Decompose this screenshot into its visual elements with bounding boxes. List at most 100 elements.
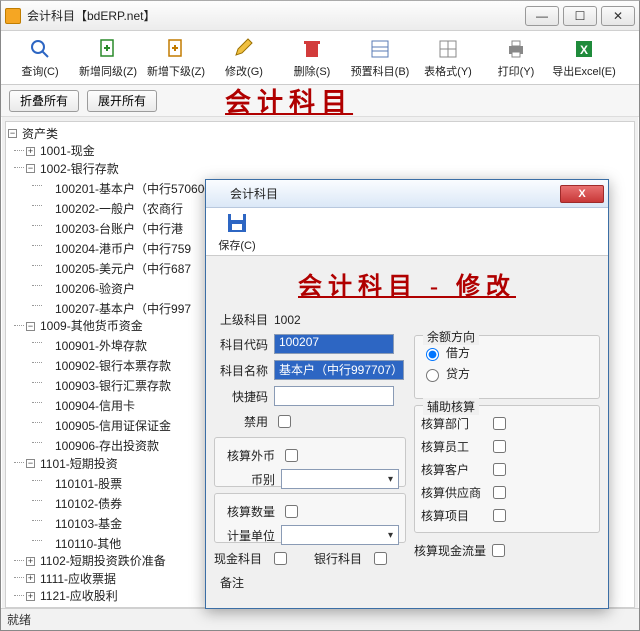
toolbar-addChild-button[interactable]: 新增下级(Z) (143, 34, 209, 82)
toolbar-label: 预置科目(B) (351, 63, 410, 79)
tree-node[interactable]: 100202-一般户（农商行 (44, 201, 183, 217)
tree-node-label: 110102-债券 (55, 496, 122, 512)
foreign-currency-label: 核算外币 (221, 447, 281, 464)
expand-icon[interactable]: + (26, 592, 35, 601)
tree-node[interactable]: −1009-其他货币资金 (26, 318, 143, 334)
close-button[interactable]: ✕ (601, 6, 635, 26)
tree-node-label: 1009-其他货币资金 (40, 318, 143, 334)
code-input[interactable]: 100207 (274, 334, 394, 354)
shortcut-input[interactable] (274, 386, 394, 406)
status-text: 就绪 (7, 611, 31, 628)
secondary-row: 折叠所有 展开所有 会计科目 (1, 85, 639, 117)
collapse-all-button[interactable]: 折叠所有 (9, 90, 79, 112)
tree-node[interactable]: 100902-银行本票存款 (44, 358, 171, 374)
toolbar-addSibling-button[interactable]: 新增同级(Z) (75, 34, 141, 82)
tree-node[interactable]: +1102-短期投资跌价准备 (26, 553, 166, 569)
tree-node[interactable]: +1001-现金 (26, 143, 95, 159)
toolbar-query-button[interactable]: 查询(C) (7, 34, 73, 82)
tree-node[interactable]: 110101-股票 (44, 476, 122, 492)
debit-radio[interactable] (426, 348, 439, 361)
expand-all-button[interactable]: 展开所有 (87, 90, 157, 112)
cash-account-checkbox[interactable] (274, 552, 287, 565)
tree-node[interactable]: 100207-基本户（中行997 (44, 301, 191, 317)
save-button[interactable]: 保存(C) (212, 211, 262, 253)
currency-combo[interactable] (281, 469, 399, 489)
aux-supp-checkbox[interactable] (493, 486, 506, 499)
tree-node[interactable]: 100203-台账户（中行港 (44, 221, 183, 237)
tree-node-label: 100205-美元户（中行687 (55, 261, 191, 277)
tree-node-label: 100206-验资户 (55, 281, 135, 297)
remark-label: 备注 (214, 574, 250, 591)
tree-node[interactable]: +1111-应收票据 (26, 571, 116, 587)
name-input[interactable]: 基本户（中行997707） (274, 360, 404, 380)
tree-node[interactable]: 110110-其他 (44, 536, 121, 552)
collapse-icon[interactable]: − (26, 459, 35, 468)
tree-node[interactable]: +1121-应收股利 (26, 588, 118, 604)
aux-proj-label: 核算项目 (421, 507, 489, 524)
tree-node-label: 1001-现金 (40, 143, 95, 159)
table-icon (436, 37, 460, 61)
tree-node[interactable]: −资产类 (8, 126, 58, 142)
aux-cust-label: 核算客户 (421, 461, 489, 478)
disabled-checkbox[interactable] (278, 415, 291, 428)
tree-node[interactable]: −1101-短期投资 (26, 456, 118, 472)
collapse-icon[interactable]: − (8, 129, 17, 138)
tree-node[interactable]: 100201-基本户（中行570600） (44, 181, 223, 197)
balance-group-title: 余额方向 (423, 328, 479, 345)
toolbar-label: 导出Excel(E) (552, 63, 616, 79)
foreign-currency-checkbox[interactable] (285, 449, 298, 462)
unit-combo[interactable] (281, 525, 399, 545)
toolbar-edit-button[interactable]: 修改(G) (211, 34, 277, 82)
bank-account-label: 银行科目 (314, 550, 362, 567)
expand-icon[interactable]: + (26, 574, 35, 583)
tree-node[interactable]: 100903-银行汇票存款 (44, 378, 171, 394)
status-bar: 就绪 (1, 608, 639, 630)
tree-node[interactable]: 100906-存出投资款 (44, 438, 159, 454)
minimize-button[interactable]: — (525, 6, 559, 26)
tree-node[interactable]: 110103-基金 (44, 516, 122, 532)
maximize-button[interactable]: ☐ (563, 6, 597, 26)
credit-radio[interactable] (426, 369, 439, 382)
cashflow-checkbox[interactable] (492, 544, 505, 557)
page-banner: 会计科目 (225, 82, 353, 119)
tree-node-label: 100204-港币户（中行759 (55, 241, 191, 257)
disabled-label: 禁用 (214, 413, 274, 430)
tree-node[interactable]: 110102-债券 (44, 496, 122, 512)
toolbar-export-button[interactable]: X导出Excel(E) (551, 34, 617, 82)
aux-proj-checkbox[interactable] (493, 509, 506, 522)
aux-group-title: 辅助核算 (423, 398, 479, 415)
expand-icon[interactable]: + (26, 557, 35, 566)
tree-node-label: 100201-基本户（中行570600） (55, 181, 223, 197)
toolbar-delete-button[interactable]: 删除(S) (279, 34, 345, 82)
toolbar-label: 查询(C) (21, 63, 58, 79)
tree-node[interactable]: 100904-信用卡 (44, 398, 135, 414)
collapse-icon[interactable]: − (26, 164, 35, 173)
tree-node[interactable]: 100901-外埠存款 (44, 338, 147, 354)
tree-node[interactable]: 100905-信用证保证金 (44, 418, 171, 434)
tree-node[interactable]: −1002-银行存款 (26, 161, 119, 177)
tree-node[interactable]: 100205-美元户（中行687 (44, 261, 191, 277)
aux-cust-checkbox[interactable] (493, 463, 506, 476)
tree-node-label: 1111-应收票据 (40, 571, 116, 587)
expand-icon[interactable]: + (26, 147, 35, 156)
toolbar-format-button[interactable]: 表格式(Y) (415, 34, 481, 82)
aux-emp-checkbox[interactable] (493, 440, 506, 453)
collapse-icon[interactable]: − (26, 322, 35, 331)
magnifier-icon (28, 37, 52, 61)
tree-node[interactable]: 100206-验资户 (44, 281, 135, 297)
bank-account-checkbox[interactable] (374, 552, 387, 565)
unit-label: 计量单位 (221, 527, 281, 544)
tree-node[interactable]: 100204-港币户（中行759 (44, 241, 191, 257)
toolbar-print-button[interactable]: 打印(Y) (483, 34, 549, 82)
dialog-app-icon (210, 187, 224, 201)
dialog-toolbar: 保存(C) (206, 208, 608, 256)
dialog-close-button[interactable]: X (560, 185, 604, 203)
tree-node[interactable]: +1122-应收利息 (26, 606, 118, 608)
aux-dept-checkbox[interactable] (493, 417, 506, 430)
name-label: 科目名称 (214, 362, 274, 379)
app-icon (5, 8, 21, 24)
toolbar-preset-button[interactable]: 预置科目(B) (347, 34, 413, 82)
quantity-checkbox[interactable] (285, 505, 298, 518)
credit-label: 贷方 (446, 365, 470, 382)
form-icon (368, 37, 392, 61)
